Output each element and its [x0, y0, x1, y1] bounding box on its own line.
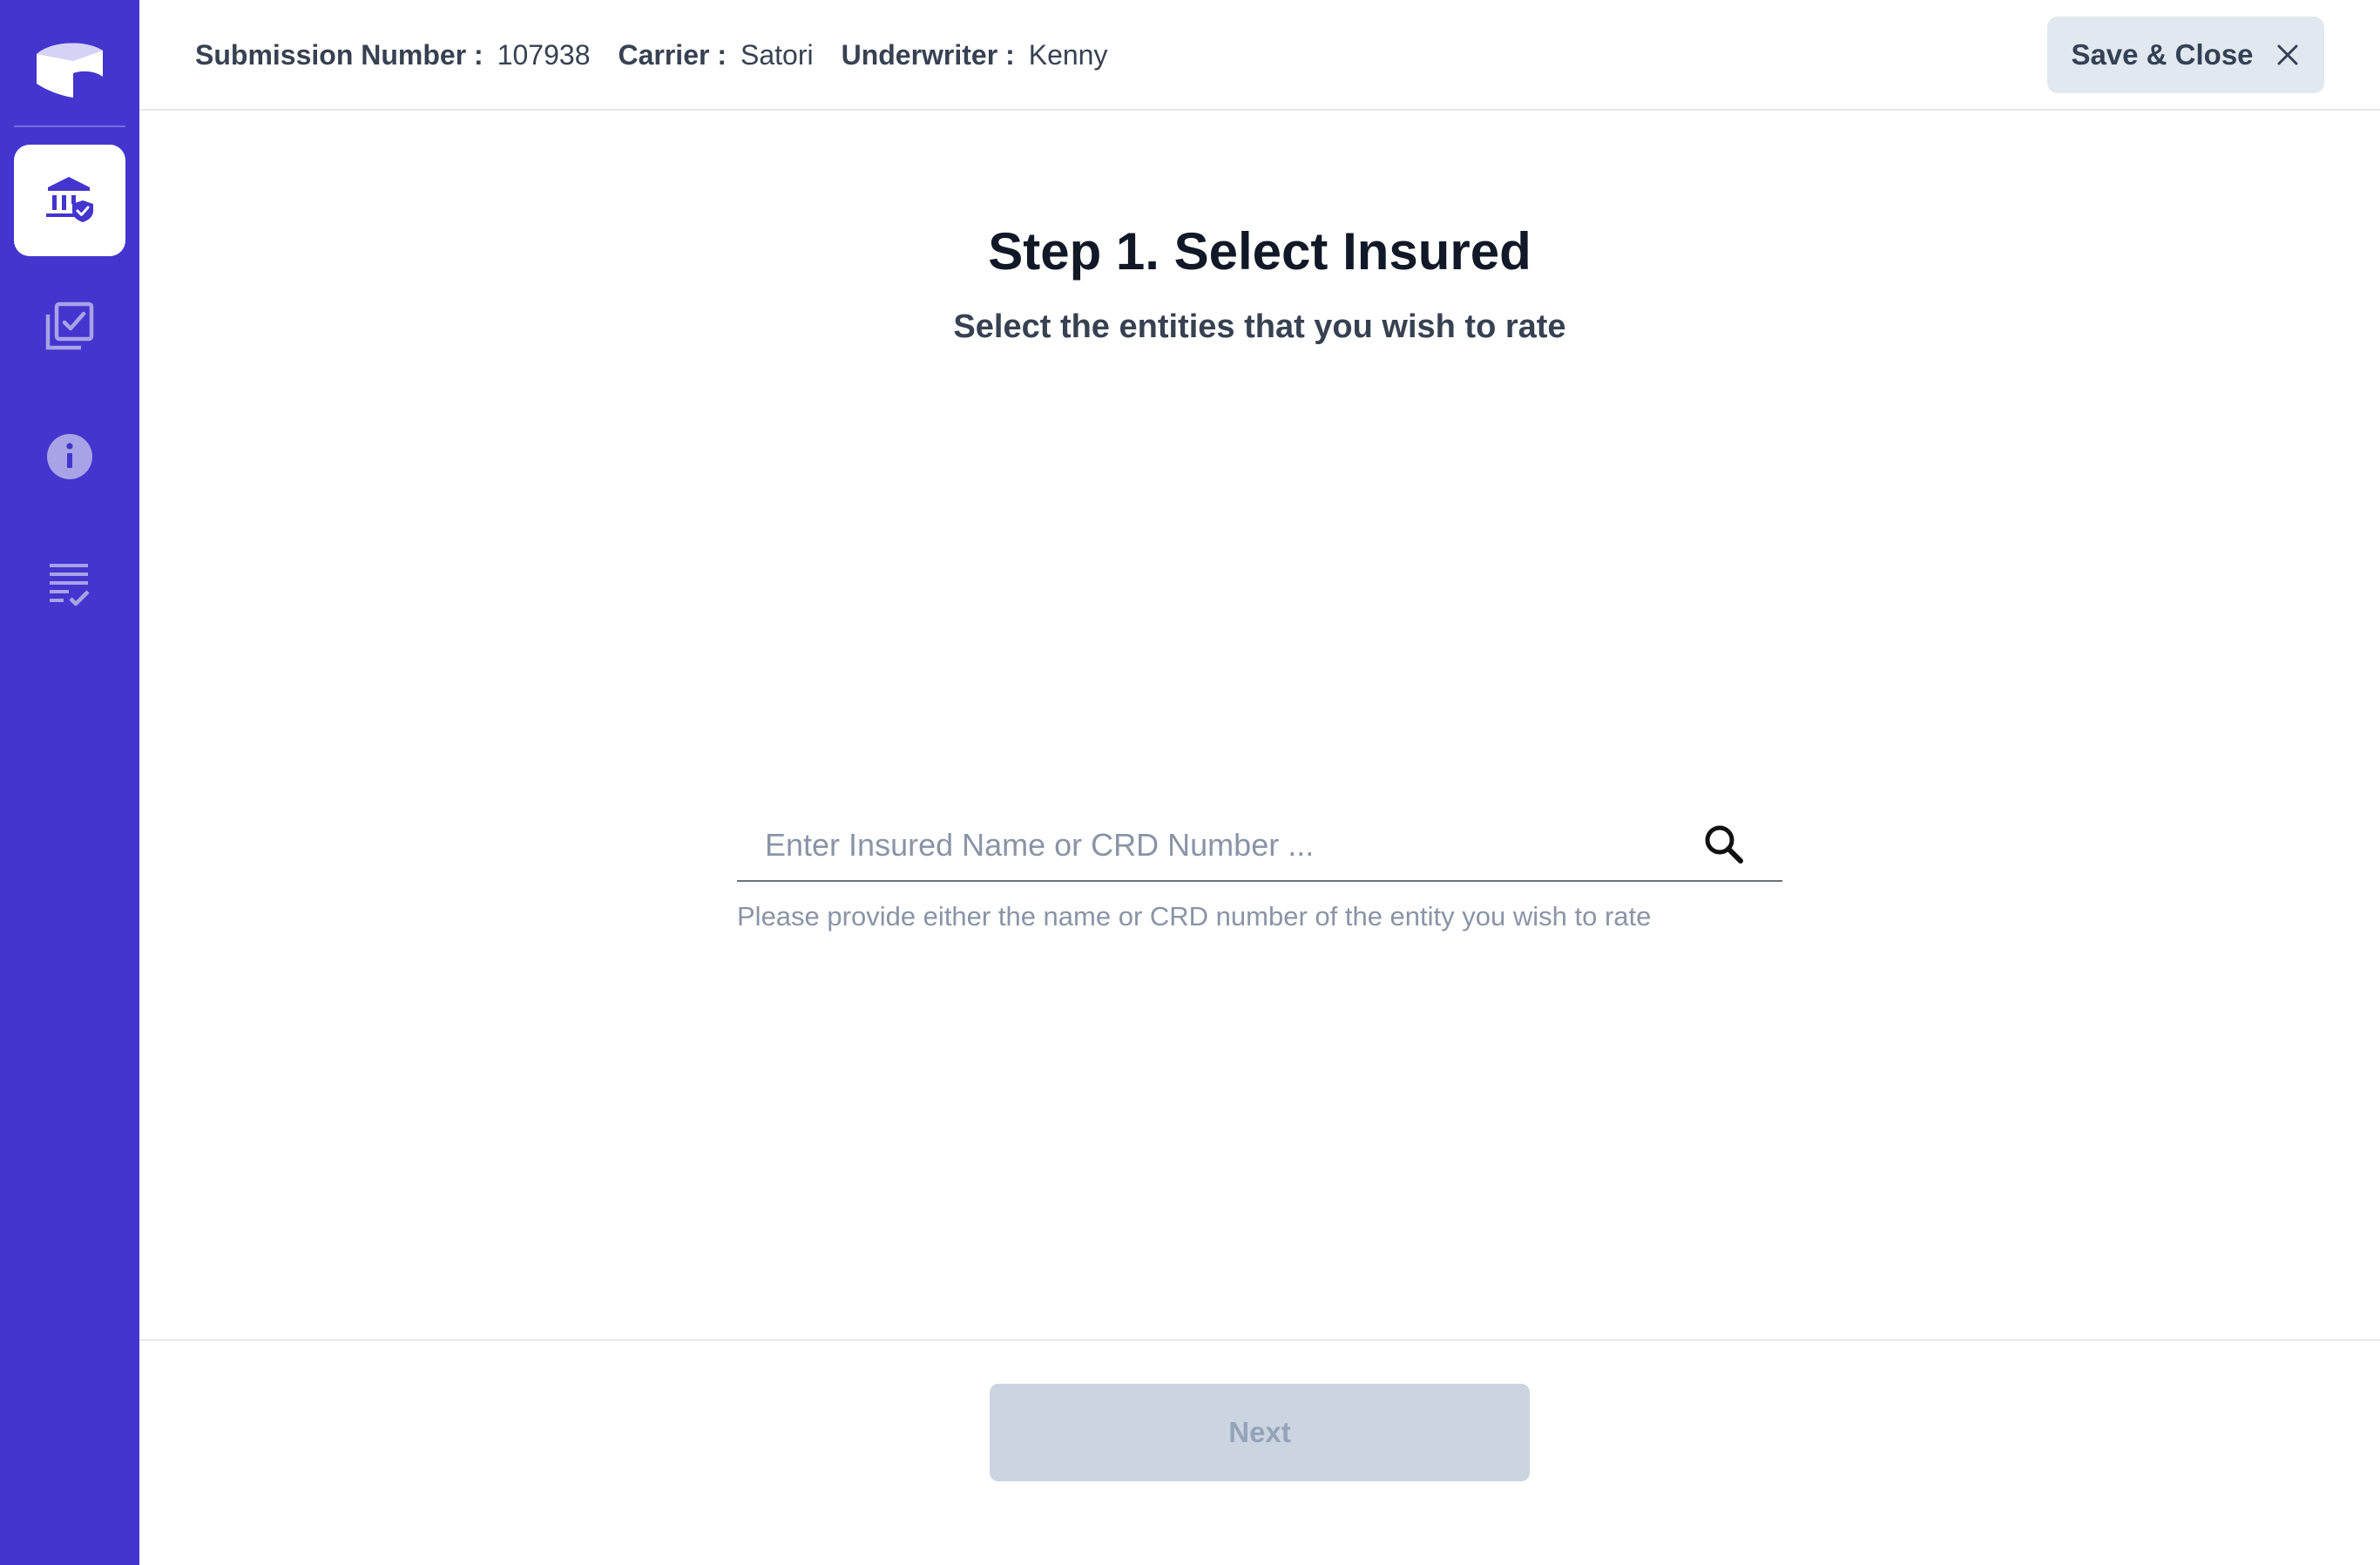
bank-shield-icon [46, 177, 93, 222]
next-button[interactable]: Next [990, 1384, 1530, 1481]
insured-search [737, 810, 1782, 882]
list-check-icon [50, 564, 90, 606]
sidebar-item-insured[interactable] [14, 145, 125, 256]
search-helper-text: Please provide either the name or CRD nu… [737, 901, 1652, 932]
footer-divider [139, 1339, 2380, 1341]
sidebar-item-summary[interactable] [14, 530, 125, 641]
app-logo[interactable] [35, 38, 105, 99]
carrier-label: Carrier : [618, 39, 727, 71]
sidebar-item-review[interactable] [14, 272, 125, 383]
sidebar-item-info[interactable] [14, 401, 125, 512]
header-bar: Submission Number : 107938 Carrier : Sat… [139, 0, 2380, 111]
insured-search-input[interactable] [737, 810, 1695, 880]
close-icon [2277, 44, 2298, 65]
underwriter-label: Underwriter : [841, 39, 1015, 71]
sidebar [0, 0, 139, 1565]
submission-number-value: 107938 [497, 39, 591, 71]
save-close-label: Save & Close [2071, 38, 2254, 71]
sidebar-divider [14, 125, 125, 127]
save-close-button[interactable]: Save & Close [2047, 17, 2324, 93]
submission-info: Submission Number : 107938 Carrier : Sat… [195, 0, 1135, 111]
submission-number-label: Submission Number : [195, 39, 483, 71]
page-title: Step 1. Select Insured [988, 222, 1531, 281]
search-icon [1705, 825, 1743, 864]
page-subtitle: Select the entities that you wish to rat… [953, 308, 1566, 345]
search-button[interactable] [1700, 821, 1748, 868]
carrier-value: Satori [740, 39, 814, 71]
underwriter-value: Kenny [1028, 39, 1108, 71]
checklist-copy-icon [45, 301, 94, 350]
info-icon [47, 434, 92, 479]
